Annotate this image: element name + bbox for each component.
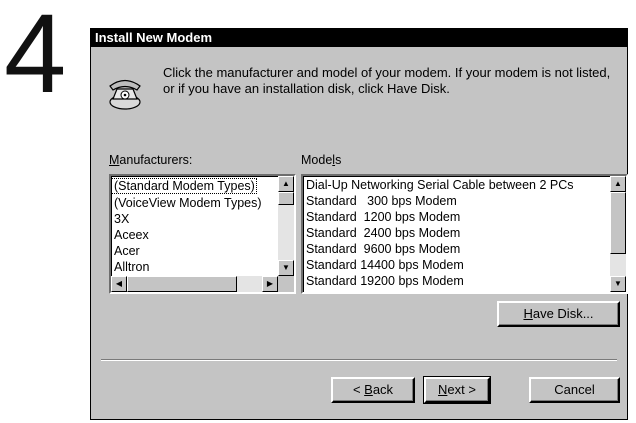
back-button[interactable]: < Back [331,377,415,403]
scroll-thumb[interactable] [610,192,626,254]
models-list[interactable]: Dial-Up Networking Serial Cable between … [301,174,628,294]
models-label: Models [301,153,342,167]
telephone-icon [109,79,141,110]
list-item[interactable]: Standard 1200 bps Modem [303,209,610,225]
scroll-right-arrow-icon[interactable]: ▶ [262,276,278,292]
instructions-text: Click the manufacturer and model of your… [163,65,611,96]
manufacturers-label: Manufacturers: [109,153,193,167]
scroll-down-arrow-icon[interactable]: ▼ [610,276,626,292]
scroll-thumb[interactable] [127,276,237,292]
list-item[interactable]: Acer [111,243,278,259]
scroll-up-arrow-icon[interactable]: ▲ [278,176,294,192]
list-item[interactable]: 3X [111,211,278,227]
separator [101,359,617,361]
dialog-title: Install New Modem [91,29,627,47]
scroll-up-arrow-icon[interactable]: ▲ [610,176,626,192]
cancel-button[interactable]: Cancel [529,377,620,403]
list-item[interactable]: Standard 19200 bps Modem [303,273,610,289]
scroll-down-arrow-icon[interactable]: ▼ [278,260,294,276]
list-item[interactable]: Alltron [111,259,278,275]
list-item[interactable]: Standard 300 bps Modem [303,193,610,209]
list-item[interactable]: (Standard Modem Types) [111,178,257,194]
list-item[interactable]: Standard 2400 bps Modem [303,225,610,241]
next-button[interactable]: Next > [423,376,491,404]
manufacturers-vertical-scrollbar[interactable]: ▲ ▼ [278,176,294,276]
list-item[interactable]: Standard 9600 bps Modem [303,241,610,257]
scroll-thumb[interactable] [278,192,294,205]
scroll-corner [278,276,294,292]
list-item[interactable]: Dial-Up Networking Serial Cable between … [303,177,610,193]
have-disk-button[interactable]: Have Disk... [497,301,620,327]
scroll-left-arrow-icon[interactable]: ◀ [111,276,127,292]
manufacturers-horizontal-scrollbar[interactable]: ◀ ▶ [111,276,278,292]
models-vertical-scrollbar[interactable]: ▲ ▼ [610,176,626,292]
list-item[interactable]: Aceex [111,227,278,243]
list-item[interactable]: Standard 14400 bps Modem [303,257,610,273]
step-number: 4 [4,0,67,116]
manufacturers-list[interactable]: (Standard Modem Types) (VoiceView Modem … [109,174,296,294]
install-new-modem-dialog: Install New Modem Click the manufacturer… [90,28,628,420]
list-item[interactable]: (VoiceView Modem Types) [111,195,278,211]
